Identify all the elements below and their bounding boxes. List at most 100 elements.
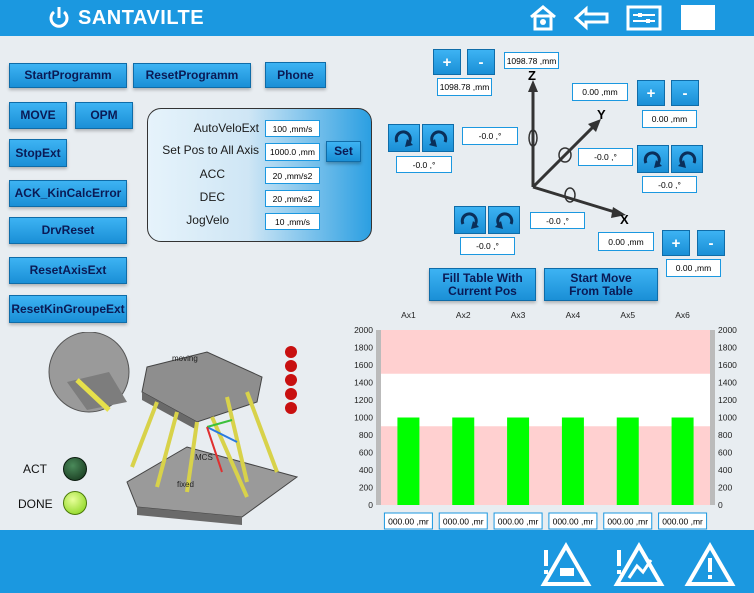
z-plus-button[interactable]: + <box>433 49 461 75</box>
y-tick-left: 1000 <box>354 413 373 423</box>
drv-reset-button[interactable]: DrvReset <box>9 217 127 244</box>
category-label: Ax6 <box>675 310 690 320</box>
rz-target-field[interactable]: -0.0 ,° <box>462 127 518 145</box>
axis-position-value: 000.00 ,mr <box>388 517 429 527</box>
auto-velo-label: AutoVeloExt <box>193 121 259 135</box>
ry-rotate-ccw-button[interactable] <box>671 145 703 173</box>
y-tick-left: 1200 <box>354 395 373 405</box>
rz-rotate-cw-button[interactable] <box>388 124 420 152</box>
y-tick-right: 1400 <box>718 378 737 388</box>
rotate-ccw-icon <box>429 130 448 147</box>
settings-panel-icon[interactable] <box>626 5 662 31</box>
y-tick-left: 400 <box>359 465 373 475</box>
axis-position-value: 000.00 ,mr <box>662 517 703 527</box>
axis-bar-chart: 2000 20001800 18001600 16001400 14001200 1200… <box>354 310 737 530</box>
x-actual-field: 0.00 ,mm <box>666 259 721 277</box>
back-arrow-icon[interactable] <box>574 5 610 31</box>
upper-limit-band <box>381 330 710 374</box>
rx-rotate-ccw-button[interactable] <box>488 206 520 234</box>
axis-position-value: 000.00 ,mr <box>607 517 648 527</box>
x-plus-button[interactable]: + <box>662 230 690 256</box>
reset-axis-ext-button[interactable]: ResetAxisExt <box>9 257 127 284</box>
warning-icon[interactable] <box>684 542 736 588</box>
bar <box>397 417 420 505</box>
rx-rotate-cw-button[interactable] <box>454 206 486 234</box>
warning-drive-icon[interactable] <box>540 542 592 588</box>
start-move-table-button[interactable]: Start Move From Table <box>544 268 658 301</box>
y-tick-right: 2000 <box>718 325 737 335</box>
y-tick-left: 1400 <box>354 378 373 388</box>
rotate-ccw-icon <box>495 212 514 229</box>
brand-logo: SANTAVILTE <box>48 6 204 30</box>
axis-position-value: 000.00 ,mr <box>553 517 594 527</box>
rotate-ccw-icon <box>678 151 697 168</box>
brand-name: SANTAVILTE <box>78 6 205 29</box>
ry-actual-field: -0.0 ,° <box>642 176 697 193</box>
y-tick-right: 800 <box>718 430 732 440</box>
auto-velo-field[interactable]: 100 ,mm/s <box>265 120 320 137</box>
y-target-field[interactable]: 0.00 ,mm <box>572 83 628 101</box>
z-minus-button[interactable]: - <box>467 49 495 75</box>
set-button[interactable]: Set <box>326 141 361 162</box>
y-tick-right: 1200 <box>718 395 737 405</box>
y-tick-right: 1800 <box>718 343 737 353</box>
jog-velo-label: JogVelo <box>186 213 229 227</box>
move-button[interactable]: MOVE <box>9 102 67 129</box>
bar <box>616 417 639 505</box>
left-axis-bar <box>376 330 381 505</box>
acc-label: ACC <box>199 167 225 181</box>
bar <box>452 417 475 505</box>
axis-z-label: Z <box>528 68 536 83</box>
ry-target-field[interactable]: -0.0 ,° <box>578 148 633 166</box>
power-icon <box>49 7 69 28</box>
right-axis-bar <box>710 330 715 505</box>
ry-rotate-cw-button[interactable] <box>637 145 669 173</box>
blank-square-icon[interactable] <box>681 5 715 30</box>
bar <box>561 417 584 505</box>
reset-program-button[interactable]: ResetProgramm <box>133 63 251 88</box>
stop-ext-button[interactable]: StopExt <box>9 139 67 167</box>
reset-kin-groupe-ext-button[interactable]: ResetKinGroupeExt <box>9 295 127 323</box>
axis-y-label: Y <box>597 107 606 122</box>
home-icon[interactable] <box>528 5 558 31</box>
jog-velo-field[interactable]: 10 ,mm/s <box>265 213 320 230</box>
category-label: Ax3 <box>511 310 526 320</box>
y-tick-left: 800 <box>359 430 373 440</box>
dec-label: DEC <box>199 190 225 204</box>
category-label: Ax4 <box>566 310 581 320</box>
rx-target-field[interactable]: -0.0 ,° <box>530 212 585 229</box>
x-target-field[interactable]: 0.00 ,mm <box>598 232 654 251</box>
rz-actual-field: -0.0 ,° <box>396 156 452 173</box>
ack-kin-calc-error-button[interactable]: ACK_KinCalcError <box>9 180 127 207</box>
set-pos-label: Set Pos to All Axis <box>162 143 259 157</box>
y-tick-right: 0 <box>718 500 723 510</box>
y-plus-button[interactable]: + <box>637 80 665 106</box>
y-tick-right: 1600 <box>718 360 737 370</box>
start-program-button[interactable]: StartProgramm <box>9 63 127 88</box>
rotate-cw-icon <box>460 212 479 229</box>
rotate-cw-icon <box>394 130 413 147</box>
y-tick-right: 200 <box>718 483 732 493</box>
phone-button[interactable]: Phone <box>265 62 326 88</box>
axis-position-value: 000.00 ,mr <box>498 517 539 527</box>
y-tick-right: 600 <box>718 448 732 458</box>
rx-actual-field: -0.0 ,° <box>460 237 515 255</box>
z-target-field[interactable]: 1098.78 ,mm <box>504 52 559 69</box>
x-minus-button[interactable]: - <box>697 230 725 256</box>
set-pos-field[interactable]: 1000.0 ,mm <box>265 143 320 161</box>
axis-x-label: X <box>620 212 629 227</box>
warning-motion-icon[interactable] <box>613 542 665 588</box>
acc-field[interactable]: 20 ,mm/s2 <box>265 167 320 184</box>
y-actual-field: 0.00 ,mm <box>642 110 697 128</box>
svg-text:moving: moving <box>172 354 198 363</box>
opm-button[interactable]: OPM <box>75 102 133 129</box>
bar <box>671 417 694 505</box>
bar <box>507 417 530 505</box>
dec-field[interactable]: 20 ,mm/s2 <box>265 190 320 207</box>
fill-table-button[interactable]: Fill Table With Current Pos <box>429 268 536 301</box>
axis-position-value: 000.00 ,mr <box>443 517 484 527</box>
y-tick-left: 1600 <box>354 360 373 370</box>
y-minus-button[interactable]: - <box>671 80 699 106</box>
rz-rotate-ccw-button[interactable] <box>422 124 454 152</box>
done-label: DONE <box>18 497 53 511</box>
